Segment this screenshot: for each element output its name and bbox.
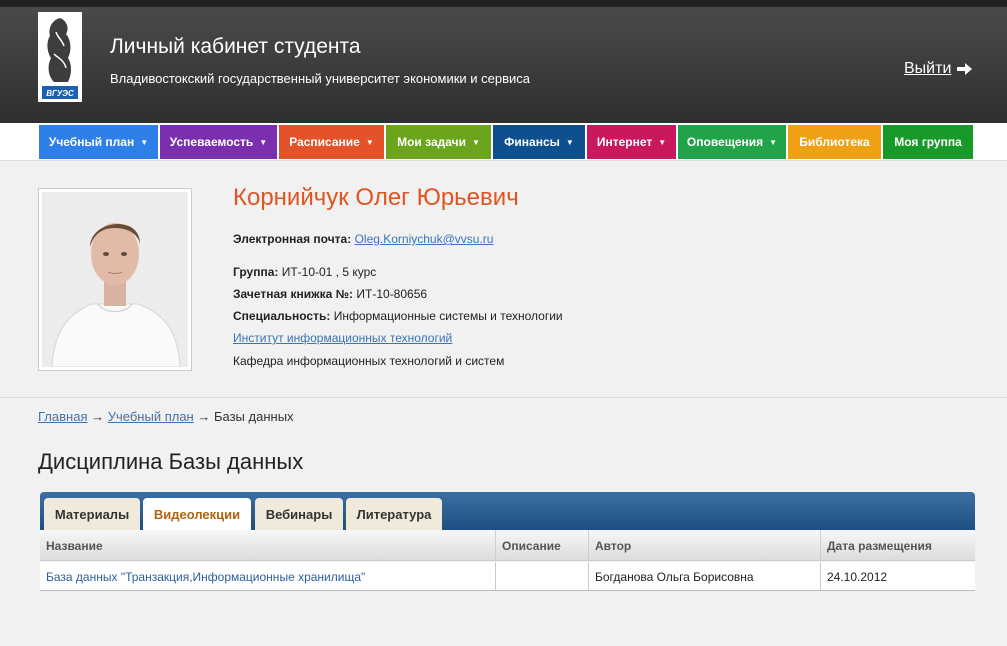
specialty-label: Специальность:	[233, 309, 331, 323]
nav-label: Моя группа	[894, 135, 962, 149]
record-book-value: ИТ-10-80656	[356, 287, 428, 301]
record-book-label: Зачетная книжка №:	[233, 287, 354, 301]
site-header: ВГУЭС Личный кабинет студента Владивосто…	[0, 0, 1007, 123]
specialty-row: Специальность: Информационные системы и …	[233, 309, 563, 323]
email-label: Электронная почта:	[233, 232, 352, 246]
nav-item-my-group[interactable]: Моя группа	[883, 125, 973, 159]
lecture-title-cell: База данных "Транзакция,Информационные х…	[40, 562, 496, 591]
group-value: ИТ-10-01 , 5 курс	[281, 265, 377, 279]
main-nav: Учебный план ▼ Успеваемость ▼ Расписание ▼ …	[0, 123, 1007, 161]
column-header-title[interactable]: Название	[40, 530, 496, 561]
institute-row: Институт информационных технологий	[233, 331, 452, 345]
student-photo-image	[42, 192, 188, 368]
nav-item-library[interactable]: Библиотека	[788, 125, 881, 159]
tab-video-lectures[interactable]: Видеолекции	[143, 498, 251, 530]
tab-webinars[interactable]: Вебинары	[255, 498, 343, 530]
lecture-author-cell: Богданова Ольга Борисовна	[589, 562, 821, 591]
column-header-description[interactable]: Описание	[496, 530, 589, 561]
caret-down-icon: ▼	[259, 137, 268, 147]
nav-label: Расписание	[289, 135, 360, 149]
tab-materials[interactable]: Материалы	[44, 498, 140, 530]
breadcrumb-study-plan[interactable]: Учебный план	[108, 409, 194, 424]
group-row: Группа: ИТ-10-01 , 5 курс	[233, 265, 376, 279]
nav-label: Успеваемость	[169, 135, 254, 149]
caret-down-icon: ▼	[658, 137, 667, 147]
student-profile: Корнийчук Олег Юрьевич Электронная почта…	[0, 162, 1007, 398]
nav-label: Учебный план	[48, 135, 135, 149]
table-header: Название Описание Автор Дата размещения	[40, 530, 975, 561]
student-photo	[38, 188, 192, 371]
caret-down-icon: ▼	[365, 137, 374, 147]
column-header-date[interactable]: Дата размещения	[821, 530, 975, 561]
email-row: Электронная почта: Oleg.Korniychuk@vvsu.…	[233, 232, 493, 246]
caret-down-icon: ▼	[140, 137, 149, 147]
nav-item-study-plan[interactable]: Учебный план ▼	[39, 125, 158, 159]
nav-label: Финансы	[504, 135, 560, 149]
institute-link[interactable]: Институт информационных технологий	[233, 331, 452, 345]
nav-label: Библиотека	[799, 135, 870, 149]
group-label: Группа:	[233, 265, 279, 279]
nav-label: Мои задачи	[397, 135, 466, 149]
record-book-row: Зачетная книжка №: ИТ-10-80656	[233, 287, 427, 301]
email-link[interactable]: Oleg.Korniychuk@vvsu.ru	[355, 232, 494, 246]
svg-text:ВГУЭС: ВГУЭС	[46, 89, 74, 98]
site-title: Личный кабинет студента	[110, 35, 361, 58]
student-name: Корнийчук Олег Юрьевич	[233, 184, 519, 211]
nav-item-schedule[interactable]: Расписание ▼	[279, 125, 384, 159]
nav-item-progress[interactable]: Успеваемость ▼	[160, 125, 277, 159]
lecture-description-cell	[496, 562, 589, 591]
logout-label: Выйти	[904, 60, 952, 77]
page-title: Дисциплина Базы данных	[38, 449, 304, 474]
site-subtitle: Владивостокский государственный универси…	[110, 71, 531, 86]
lecture-date-cell: 24.10.2012	[827, 569, 888, 584]
table-row: База данных "Транзакция,Информационные х…	[40, 562, 975, 591]
breadcrumb-current: Базы данных	[213, 409, 294, 424]
caret-down-icon: ▼	[565, 137, 574, 147]
breadcrumb-separator: →	[91, 409, 105, 424]
nav-item-internet[interactable]: Интернет ▼	[587, 125, 676, 159]
nav-item-notifications[interactable]: Оповещения ▼	[678, 125, 786, 159]
caret-down-icon: ▼	[471, 137, 480, 147]
breadcrumb: Главная → Учебный план → Базы данных	[38, 409, 294, 424]
arrow-right-icon	[957, 63, 973, 75]
university-logo[interactable]: ВГУЭС	[38, 12, 82, 102]
nav-item-tasks[interactable]: Мои задачи ▼	[386, 125, 491, 159]
column-header-author[interactable]: Автор	[589, 530, 821, 561]
breadcrumb-home[interactable]: Главная	[38, 409, 87, 424]
tab-literature[interactable]: Литература	[346, 498, 442, 530]
department-value: Кафедра информационных технологий и сист…	[233, 354, 505, 368]
tabs-bar: Материалы Видеолекции Вебинары Литератур…	[40, 492, 975, 530]
nav-item-finance[interactable]: Финансы ▼	[493, 125, 585, 159]
breadcrumb-separator: →	[197, 409, 211, 424]
department-row: Кафедра информационных технологий и сист…	[233, 354, 504, 368]
caret-down-icon: ▼	[769, 137, 778, 147]
lecture-title-link[interactable]: База данных "Транзакция,Информационные х…	[46, 570, 365, 584]
nav-label: Интернет	[596, 135, 653, 149]
specialty-value: Информационные системы и технологии	[333, 309, 563, 323]
logout-link[interactable]: Выйти	[904, 60, 973, 78]
nav-label: Оповещения	[686, 135, 764, 149]
